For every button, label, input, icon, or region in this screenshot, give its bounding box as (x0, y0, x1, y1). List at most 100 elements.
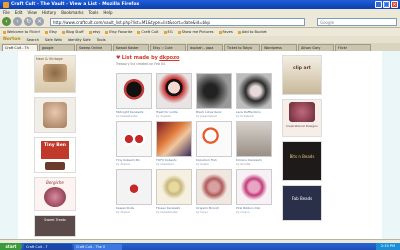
item-image[interactable] (236, 169, 272, 205)
list-author-link[interactable]: dkpozo (159, 55, 179, 61)
firefox-icon (3, 1, 9, 8)
tab-etsy[interactable]: Etsy :: Cute (150, 44, 186, 51)
maximize-button[interactable]: □ (383, 1, 390, 8)
page-viewport: New & Vintage Tiny Ben Bergiche Sweet Tr… (0, 51, 400, 239)
menu-edit[interactable]: Edit (15, 10, 23, 15)
item-seller: by kawaiipon (156, 162, 175, 166)
tab-google[interactable]: google (39, 44, 75, 51)
item-seller: by ticketpink (236, 114, 255, 118)
norton-logo: Norton (3, 37, 21, 42)
tab-wordpress[interactable]: Wordpress (261, 44, 297, 51)
tab-kawaii[interactable]: Kawaii Koster (113, 44, 149, 51)
tab-strip: Craft Cult - Th google Sweep Online Kawa… (0, 43, 400, 51)
reload-button[interactable]: ↻ (24, 17, 33, 26)
window-title: Craft Cult - The Vault - View a List - M… (11, 2, 140, 7)
right-ad[interactable]: clip art (282, 55, 322, 95)
item-image[interactable] (156, 121, 192, 157)
item-seller: by kawaiikoster (116, 114, 138, 118)
menu-help[interactable]: Help (103, 10, 112, 15)
tab-craft-cult[interactable]: Craft Cult - Th (2, 44, 38, 51)
menu-bookmarks[interactable]: Bookmarks (61, 10, 83, 15)
bookmark-item[interactable]: Blog Stuff (62, 30, 84, 34)
right-ad[interactable]: Fab Beads (282, 185, 322, 221)
start-button[interactable]: start (0, 243, 22, 250)
right-ad-label: Fab Beads (291, 196, 313, 201)
bookmark-item[interactable]: Etsy Favorite (105, 30, 132, 34)
bookmark-item[interactable]: Craft Cult (137, 30, 159, 34)
list-item[interactable]: Black Lotus Kanz by JapanSweet (196, 73, 232, 119)
taskbar-item[interactable]: Craft Cult - T (24, 243, 72, 250)
tab-dupkah[interactable]: dupkah - Japa (187, 44, 223, 51)
left-ad[interactable]: Sweet Treats (34, 215, 76, 237)
close-button[interactable]: × (391, 1, 398, 8)
bookmark-icon (177, 30, 181, 34)
back-button[interactable]: ‹ (2, 17, 11, 26)
norton-item[interactable]: Search (27, 38, 39, 42)
taskbar-item[interactable]: Craft Cult - The V (74, 243, 122, 250)
address-bar[interactable]: http://www.craftcult.com/vault_list.php?… (50, 17, 305, 26)
list-item[interactable]: Lace Ruffle Kimo by ticketpink (236, 73, 272, 119)
bookmark-item[interactable]: EG (163, 30, 173, 34)
bookmark-item[interactable]: Welcome to Flickr! (3, 30, 40, 34)
item-seller: by kawaiikoster (156, 210, 178, 214)
bookmark-item[interactable]: Faves (218, 30, 233, 34)
bookmark-icon (45, 30, 49, 34)
item-image[interactable] (236, 73, 272, 109)
left-ad[interactable]: New & Vintage (34, 55, 76, 93)
item-image[interactable] (116, 121, 152, 157)
item-image[interactable] (236, 121, 272, 157)
bookmark-icon (62, 30, 66, 34)
item-image[interactable] (156, 73, 192, 109)
minimize-button[interactable]: _ (375, 1, 382, 8)
bookmark-item[interactable]: Add to Bucket (237, 30, 267, 34)
item-image[interactable] (196, 169, 232, 205)
menu-view[interactable]: View (27, 10, 37, 15)
item-image[interactable] (196, 73, 232, 109)
list-item[interactable]: TOFU Kokeshi by kawaiipon (156, 121, 192, 167)
tab-ticket[interactable]: Ticket to Tokyo (224, 44, 260, 51)
list-item[interactable]: Kawaii Dolls by dkpozo (116, 169, 152, 215)
bookmark-item[interactable]: Show me Pictures (177, 30, 214, 34)
list-item[interactable]: Origami Brooch by tokyo (196, 169, 232, 215)
menu-file[interactable]: File (3, 10, 10, 15)
menu-history[interactable]: History (42, 10, 56, 15)
item-image[interactable] (116, 169, 152, 205)
list-item[interactable]: Pink Ribbon Clip by mosco (236, 169, 272, 215)
tab-alison[interactable]: Alison Gary (298, 44, 334, 51)
norton-item[interactable]: Safe Web (45, 38, 62, 42)
forward-button[interactable]: › (13, 17, 22, 26)
right-ad[interactable]: Bits n Beads (282, 141, 322, 181)
list-heading: List made by (121, 55, 158, 61)
menu-tools[interactable]: Tools (89, 10, 99, 15)
list-item[interactable]: Tiny Kokeshi Pin by dkpozo (116, 121, 152, 167)
bookmark-icon (3, 30, 6, 34)
list-item[interactable]: Flower Kanzashi by kawaiikoster (156, 169, 192, 215)
list-item[interactable]: Koinobori Fish by Koster (196, 121, 232, 167)
right-ad[interactable]: Inspirational Designs (282, 99, 322, 137)
ad-image (45, 162, 65, 170)
search-input[interactable]: Google (317, 17, 397, 26)
item-image[interactable] (156, 169, 192, 205)
left-ad-column: New & Vintage Tiny Ben Bergiche Sweet Tr… (30, 51, 94, 239)
item-image[interactable] (196, 121, 232, 157)
item-seller: by mosco (236, 210, 250, 214)
item-image[interactable] (116, 73, 152, 109)
tab-flickr[interactable]: Flickr (335, 44, 371, 51)
norton-item[interactable]: Tools (97, 38, 106, 42)
bookmark-item[interactable]: Etsy (45, 30, 57, 34)
left-ad[interactable] (34, 97, 76, 133)
list-item[interactable]: Kimono Kanzashi by KCrafts (236, 121, 272, 167)
bookmark-icon (163, 30, 167, 34)
item-seller: by JapanSweet (196, 114, 217, 118)
left-ad[interactable]: Tiny Ben (34, 137, 76, 173)
item-seller: by Koster (196, 162, 210, 166)
left-ad[interactable]: Bergiche (34, 177, 76, 211)
list-item[interactable]: Treat for Lolita by dupkah (156, 73, 192, 119)
norton-item[interactable]: Identity Safe (68, 38, 91, 42)
bookmark-item[interactable]: etsy (88, 30, 100, 34)
tab-sweep[interactable]: Sweep Online (76, 44, 112, 51)
right-ad-label: clip art (293, 66, 311, 71)
left-ad-label: Sweet Treats (44, 218, 66, 222)
list-item[interactable]: Midnight Kanzashi by kawaiikoster (116, 73, 152, 119)
stop-button[interactable]: × (35, 17, 44, 26)
